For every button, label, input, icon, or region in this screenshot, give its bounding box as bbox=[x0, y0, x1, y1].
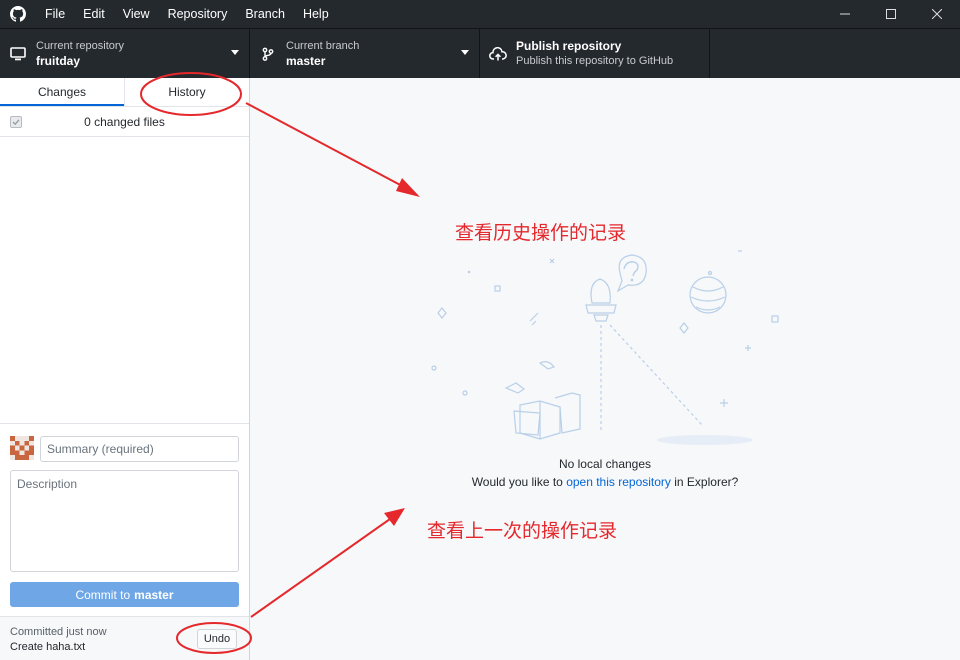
chevron-down-icon bbox=[231, 50, 239, 55]
prompt-text-after: in Explorer? bbox=[670, 475, 739, 489]
last-commit-title: Create haha.txt bbox=[10, 641, 86, 653]
open-in-explorer-prompt: Would you like to open this repository i… bbox=[250, 475, 960, 489]
commit-button[interactable]: Commit to master bbox=[10, 582, 239, 607]
toolbar: Current repository fruitday Current bran… bbox=[0, 28, 960, 78]
open-repository-link[interactable]: open this repository bbox=[566, 475, 671, 489]
summary-input[interactable] bbox=[40, 436, 239, 462]
commit-form: Commit to master bbox=[0, 423, 249, 616]
avatar bbox=[10, 436, 34, 460]
menu-bar: File Edit View Repository Branch Help bbox=[36, 0, 338, 28]
undo-annotation-text: 查看上一次的操作记录 bbox=[427, 520, 618, 542]
branch-label: Current branch bbox=[286, 39, 360, 52]
publish-subtitle: Publish this repository to GitHub bbox=[516, 54, 674, 67]
committed-time: Committed just now bbox=[10, 626, 107, 638]
select-all-checkbox[interactable] bbox=[10, 116, 22, 128]
main-pane: No local changes Would you like to open … bbox=[250, 78, 960, 660]
tab-bar: Changes History bbox=[0, 78, 249, 107]
window-controls bbox=[822, 0, 960, 28]
changed-files-header: 0 changed files bbox=[0, 107, 249, 137]
menu-view[interactable]: View bbox=[114, 0, 159, 28]
current-branch-dropdown[interactable]: Current branch master bbox=[250, 29, 480, 78]
toolbar-filler bbox=[710, 29, 960, 78]
history-annotation-text: 查看历史操作的记录 bbox=[455, 222, 627, 244]
menu-edit[interactable]: Edit bbox=[74, 0, 114, 28]
monitor-icon bbox=[0, 46, 36, 61]
title-bar: File Edit View Repository Branch Help bbox=[0, 0, 960, 28]
changed-files-count: 0 changed files bbox=[84, 114, 165, 129]
publish-title: Publish repository bbox=[516, 38, 622, 53]
undo-button[interactable]: Undo bbox=[197, 629, 237, 649]
tab-history[interactable]: History bbox=[124, 78, 249, 106]
branch-icon bbox=[250, 47, 286, 61]
prompt-text-before: Would you like to bbox=[471, 475, 567, 489]
repository-name: fruitday bbox=[36, 53, 81, 68]
repository-label: Current repository bbox=[36, 39, 125, 52]
menu-file[interactable]: File bbox=[36, 0, 74, 28]
cloud-upload-icon bbox=[480, 46, 516, 61]
github-logo-icon bbox=[0, 0, 36, 28]
menu-branch[interactable]: Branch bbox=[236, 0, 294, 28]
chevron-down-icon bbox=[461, 50, 469, 55]
menu-repository[interactable]: Repository bbox=[159, 0, 237, 28]
sidebar: Changes History 0 changed files Commit t… bbox=[0, 78, 250, 660]
no-changes-illustration bbox=[431, 250, 779, 445]
current-repository-dropdown[interactable]: Current repository fruitday bbox=[0, 29, 250, 78]
close-button[interactable] bbox=[914, 0, 960, 28]
maximize-button[interactable] bbox=[868, 0, 914, 28]
tab-changes[interactable]: Changes bbox=[0, 78, 124, 106]
publish-repository-button[interactable]: Publish repository Publish this reposito… bbox=[480, 29, 710, 78]
commit-button-prefix: Commit to bbox=[75, 587, 131, 602]
menu-help[interactable]: Help bbox=[294, 0, 338, 28]
minimize-button[interactable] bbox=[822, 0, 868, 28]
no-changes-heading: No local changes bbox=[558, 457, 652, 471]
description-input[interactable] bbox=[10, 470, 239, 572]
commit-button-branch: master bbox=[134, 587, 174, 602]
branch-name: master bbox=[286, 53, 326, 68]
last-commit-bar: Committed just now Create haha.txt Undo bbox=[0, 616, 249, 660]
